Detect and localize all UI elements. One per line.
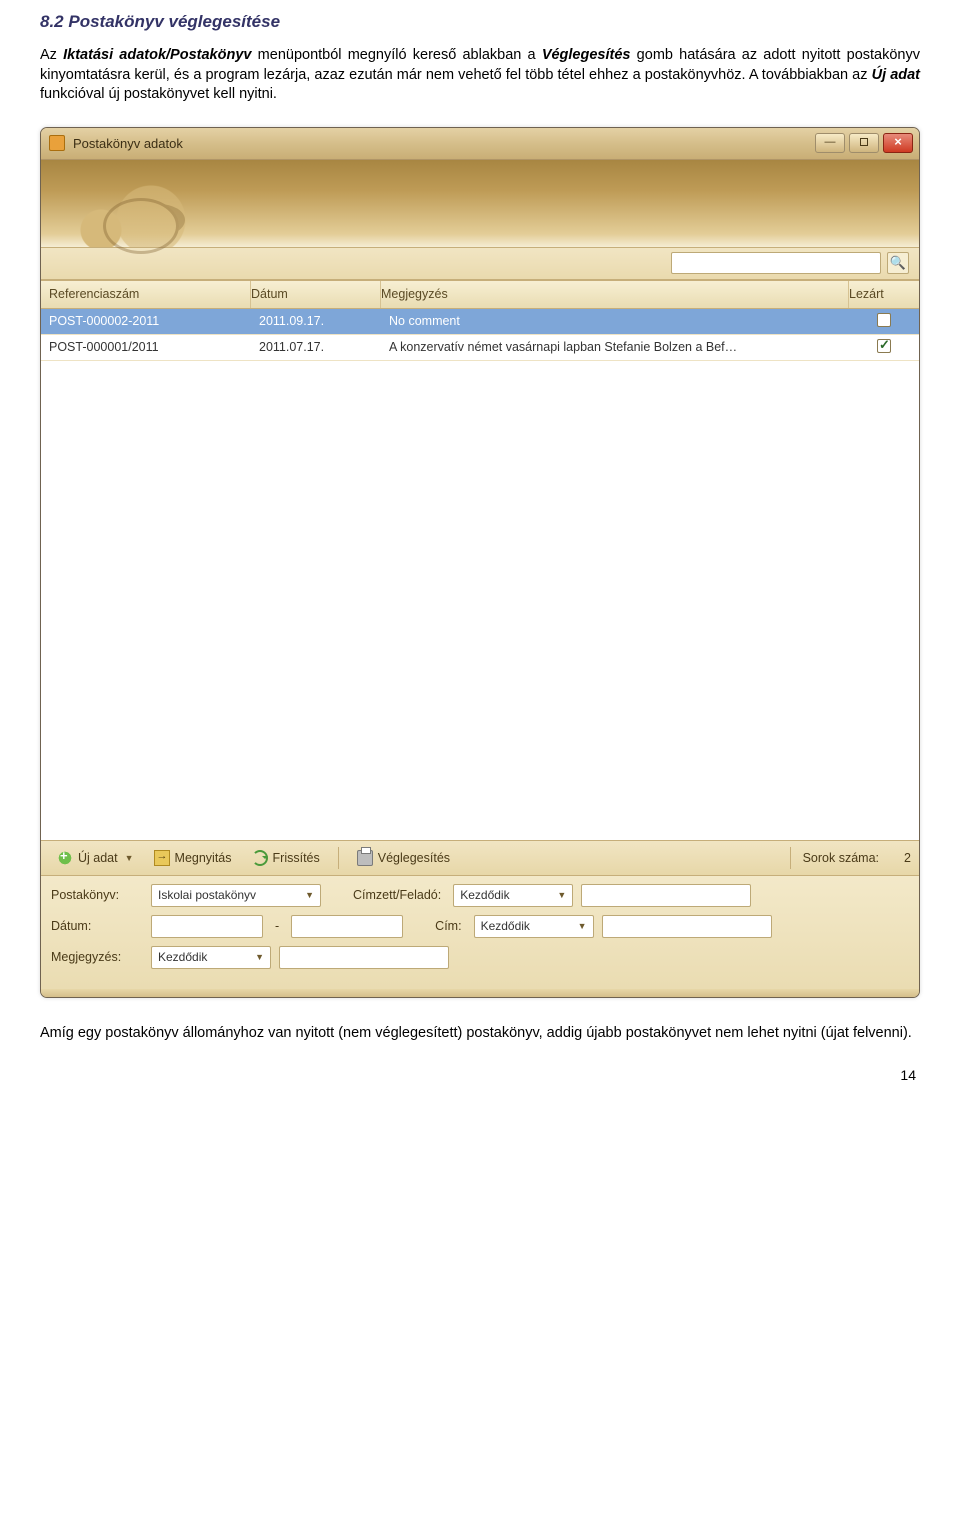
date-separator: -	[275, 919, 279, 933]
cell-date: 2011.09.17.	[251, 314, 381, 328]
decorative-header	[41, 160, 919, 248]
grid-toolbar: Új adat ▼ Megnyitás Frissítés Véglegesít…	[41, 840, 919, 876]
address-op-select[interactable]: Kezdődik ▼	[474, 915, 594, 938]
filter-row-postbook: Postakönyv: Iskolai postakönyv ▼ Címzett…	[51, 884, 909, 907]
cell-note: A konzervatív német vasárnapi lapban Ste…	[381, 340, 849, 354]
col-header-closed[interactable]: Lezárt	[849, 281, 919, 308]
recipient-label: Címzett/Feladó:	[353, 888, 441, 902]
note-op-value: Kezdődik	[158, 950, 207, 964]
finalize-label: Véglegesítés	[378, 851, 450, 865]
note-label: Megjegyzés:	[51, 950, 143, 964]
maximize-button[interactable]	[849, 133, 879, 153]
col-header-date[interactable]: Dátum	[251, 281, 381, 308]
grid-header: Referenciaszám Dátum Megjegyzés Lezárt	[41, 281, 919, 309]
address-input[interactable]	[602, 915, 772, 938]
closing-paragraph: Amíg egy postakönyv állományhoz van nyit…	[40, 1024, 920, 1044]
address-label: Cím:	[435, 919, 461, 933]
finalize-button[interactable]: Véglegesítés	[349, 847, 458, 869]
window-title: Postakönyv adatok	[73, 136, 815, 151]
cell-closed	[849, 339, 919, 356]
postbook-grid: Referenciaszám Dátum Megjegyzés Lezárt P…	[41, 280, 919, 840]
filter-row-note: Megjegyzés: Kezdődik ▼	[51, 946, 909, 969]
col-header-note[interactable]: Megjegyzés	[381, 281, 849, 308]
text: funkcióval új postakönyvet kell nyitni.	[40, 86, 277, 102]
address-op-value: Kezdődik	[481, 919, 530, 933]
search-input[interactable]	[671, 252, 881, 274]
chevron-down-icon[interactable]: ▼	[125, 853, 134, 863]
close-button[interactable]: ×	[883, 133, 913, 153]
postbook-label: Postakönyv:	[51, 888, 143, 902]
chevron-down-icon: ▼	[557, 890, 566, 900]
new-label: Új adat	[78, 851, 118, 865]
window-controls: — ×	[815, 133, 913, 153]
toolbar-separator	[338, 847, 339, 869]
section-heading: 8.2 Postakönyv véglegesítése	[40, 12, 920, 32]
note-op-select[interactable]: Kezdődik ▼	[151, 946, 271, 969]
new-button[interactable]: Új adat ▼	[49, 847, 142, 869]
window-titlebar: Postakönyv adatok — ×	[41, 128, 919, 160]
window-bottom-border	[41, 989, 919, 997]
filter-panel: Postakönyv: Iskolai postakönyv ▼ Címzett…	[41, 876, 919, 989]
cell-date: 2011.07.17.	[251, 340, 381, 354]
date-label: Dátum:	[51, 919, 143, 933]
closed-checkbox[interactable]	[877, 339, 891, 353]
col-header-ref[interactable]: Referenciaszám	[41, 281, 251, 308]
table-row[interactable]: POST-000001/20112011.07.17.A konzervatív…	[41, 335, 919, 361]
search-bar: 🔍	[41, 248, 919, 280]
cell-ref: POST-000002-2011	[41, 314, 251, 328]
table-row[interactable]: POST-000002-20112011.09.17.No comment	[41, 309, 919, 335]
chevron-down-icon: ▼	[305, 890, 314, 900]
search-icon[interactable]: 🔍	[887, 252, 909, 274]
plus-icon	[57, 850, 73, 866]
chevron-down-icon: ▼	[255, 952, 264, 962]
chevron-down-icon: ▼	[578, 921, 587, 931]
postbook-select[interactable]: Iskolai postakönyv ▼	[151, 884, 321, 907]
refresh-button[interactable]: Frissítés	[244, 847, 328, 869]
newdata-term: Új adat	[872, 67, 920, 83]
date-from-input[interactable]	[151, 915, 263, 938]
filter-row-date: Dátum: - Cím: Kezdődik ▼	[51, 915, 909, 938]
page-number: 14	[40, 1067, 920, 1083]
toolbar-separator	[790, 847, 791, 869]
recipient-op-value: Kezdődik	[460, 888, 509, 902]
print-icon	[357, 850, 373, 866]
date-to-input[interactable]	[291, 915, 403, 938]
minimize-button[interactable]: —	[815, 133, 845, 153]
text: Az	[40, 47, 63, 63]
open-label: Megnyitás	[175, 851, 232, 865]
open-button[interactable]: Megnyitás	[146, 847, 240, 869]
recipient-op-select[interactable]: Kezdődik ▼	[453, 884, 573, 907]
refresh-label: Frissítés	[273, 851, 320, 865]
rowcount-label: Sorok száma:	[803, 851, 879, 865]
menu-path: Iktatási adatok/Postakönyv	[63, 47, 251, 63]
cell-note: No comment	[381, 314, 849, 328]
rowcount-value: 2	[885, 851, 911, 865]
intro-paragraph: Az Iktatási adatok/Postakönyv menüpontbó…	[40, 46, 920, 105]
grid-body: POST-000002-20112011.09.17.No commentPOS…	[41, 309, 919, 840]
cell-ref: POST-000001/2011	[41, 340, 251, 354]
open-icon	[154, 850, 170, 866]
text: menüpontból megnyíló kereső ablakban a	[251, 47, 541, 63]
app-icon	[49, 135, 65, 151]
refresh-icon	[252, 850, 268, 866]
finalize-term: Véglegesítés	[542, 47, 631, 63]
closed-checkbox[interactable]	[877, 313, 891, 327]
cell-closed	[849, 313, 919, 330]
postbook-value: Iskolai postakönyv	[158, 888, 256, 902]
note-input[interactable]	[279, 946, 449, 969]
toolbar-right: Sorok száma: 2	[784, 847, 911, 869]
recipient-input[interactable]	[581, 884, 751, 907]
postbook-window: Postakönyv adatok — × 🔍 Referenciaszám D…	[40, 127, 920, 998]
